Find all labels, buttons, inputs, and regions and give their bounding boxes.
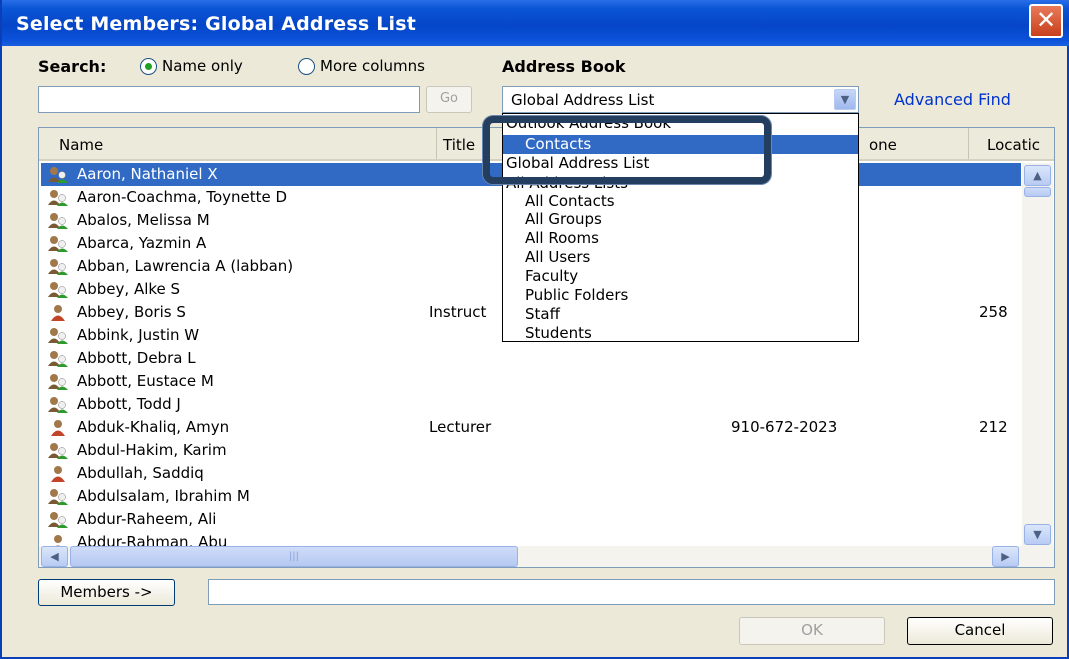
scroll-down-icon[interactable]: ▼ [1024, 524, 1051, 545]
column-header-location[interactable]: Locatic [969, 128, 1054, 159]
row-location: 258 [979, 303, 1008, 321]
row-name: Abbink, Justin W [77, 326, 200, 344]
dropdown-option[interactable]: Students [503, 324, 858, 343]
table-row[interactable]: Abdullah, Saddiq [41, 462, 1021, 485]
chevron-down-icon[interactable]: ▼ [834, 89, 856, 110]
contact-group-icon [47, 373, 69, 390]
dropdown-option[interactable]: All Groups [503, 210, 858, 229]
radio-name-only-label: Name only [162, 57, 243, 75]
row-title: Lecturer [429, 418, 492, 436]
contact-person-icon [47, 465, 69, 482]
row-name: Abdur-Raheem, Ali [77, 510, 217, 528]
horizontal-scrollbar[interactable]: ◀ ||| ▶ [39, 546, 1054, 567]
select-members-dialog: Select Members: Global Address List ✕ Se… [0, 0, 1069, 659]
row-name: Abban, Lawrencia A (labban) [77, 257, 294, 275]
radio-more-columns[interactable]: More columns [298, 57, 425, 75]
row-name: Abdur-Rahman, Abu [77, 533, 228, 546]
contact-group-icon [47, 281, 69, 298]
table-row[interactable]: Abdur-Rahman, Abu [41, 531, 1021, 546]
scroll-left-icon[interactable]: ◀ [41, 546, 68, 567]
advanced-find-link[interactable]: Advanced Find [894, 90, 1011, 109]
table-row[interactable]: Abdulsalam, Ibrahim M [41, 485, 1021, 508]
cancel-button[interactable]: Cancel [907, 617, 1053, 645]
contact-person-icon [47, 304, 69, 321]
contact-group-icon [47, 488, 69, 505]
contact-group-icon [47, 350, 69, 367]
row-name: Abbey, Boris S [77, 303, 186, 321]
contact-person-icon [47, 419, 69, 436]
dropdown-option[interactable]: Faculty [503, 267, 858, 286]
table-row[interactable]: Abdur-Raheem, Ali [41, 508, 1021, 531]
row-name: Abbott, Eustace M [77, 372, 214, 390]
dropdown-option[interactable]: Public Folders [503, 286, 858, 305]
table-row[interactable]: Abbott, Todd J [41, 393, 1021, 416]
contact-group-icon [47, 212, 69, 229]
contact-group-icon [47, 166, 69, 183]
radio-name-only[interactable]: Name only [140, 57, 243, 75]
address-book-select[interactable]: Global Address List ▼ [502, 86, 859, 113]
contact-group-icon [47, 396, 69, 413]
row-name: Aaron, Nathaniel X [77, 165, 218, 183]
row-title: Instruct [429, 303, 487, 321]
vertical-scroll-thumb[interactable] [1024, 187, 1051, 197]
members-button[interactable]: Members -> [38, 579, 175, 606]
contact-person-icon [47, 534, 69, 546]
row-name: Abdullah, Saddiq [77, 464, 204, 482]
row-location: 212 [979, 418, 1008, 436]
row-phone: 910-672-2023 [731, 418, 838, 436]
column-header-phone[interactable]: one [859, 128, 969, 159]
column-header-name[interactable]: Name [39, 128, 437, 159]
dropdown-option[interactable]: All Rooms [503, 229, 858, 248]
close-button[interactable]: ✕ [1029, 4, 1063, 38]
row-name: Abdulsalam, Ibrahim M [77, 487, 250, 505]
row-name: Abbott, Todd J [77, 395, 181, 413]
dropdown-option[interactable]: All Contacts [503, 192, 858, 211]
contact-group-icon [47, 327, 69, 344]
dropdown-option[interactable]: Staff [503, 305, 858, 324]
vertical-scrollbar[interactable]: ▲ ▼ [1022, 163, 1053, 548]
radio-checked-icon [140, 57, 157, 75]
table-row[interactable]: Abdul-Hakim, Karim [41, 439, 1021, 462]
contact-group-icon [47, 258, 69, 275]
radio-more-columns-label: More columns [320, 57, 425, 75]
address-book-selected: Global Address List [511, 91, 655, 109]
row-name: Abbott, Debra L [77, 349, 196, 367]
go-button[interactable]: Go [426, 86, 472, 113]
row-name: Abarca, Yazmin A [77, 234, 207, 252]
address-book-label: Address Book [502, 57, 626, 76]
ok-button[interactable]: OK [739, 617, 885, 645]
row-name: Aaron-Coachma, Toynette D [77, 188, 288, 206]
horizontal-scroll-thumb[interactable]: ||| [70, 546, 518, 567]
row-name: Abduk-Khaliq, Amyn [77, 418, 230, 436]
contact-group-icon [47, 189, 69, 206]
scroll-right-icon[interactable]: ▶ [992, 546, 1019, 567]
dialog-title: Select Members: Global Address List [2, 0, 1069, 46]
row-name: Abdul-Hakim, Karim [77, 441, 227, 459]
row-name: Abbey, Alke S [77, 280, 181, 298]
table-row[interactable]: Abbott, Debra L [41, 347, 1021, 370]
radio-unchecked-icon [298, 57, 315, 75]
scroll-up-icon[interactable]: ▲ [1024, 165, 1051, 186]
dropdown-option[interactable]: All Users [503, 248, 858, 267]
contact-group-icon [47, 511, 69, 528]
highlight-callout [483, 116, 771, 184]
search-label: Search: [38, 57, 107, 76]
contact-group-icon [47, 442, 69, 459]
row-name: Abalos, Melissa M [77, 211, 210, 229]
search-input[interactable] [38, 86, 420, 113]
contact-group-icon [47, 235, 69, 252]
table-row[interactable]: Abbott, Eustace M [41, 370, 1021, 393]
table-row[interactable]: Abduk-Khaliq, Amyn Lecturer 910-672-2023 21… [41, 416, 1021, 439]
members-input[interactable] [208, 579, 1055, 605]
